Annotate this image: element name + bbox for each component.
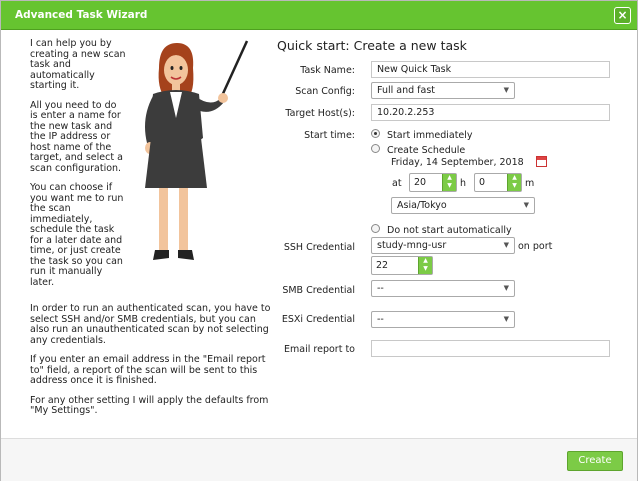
dropdown-arrow-icon: ▼ <box>503 86 509 94</box>
start-immediately-label: Start immediately <box>387 130 473 141</box>
email-report-input[interactable] <box>371 340 610 357</box>
dialog-title: Advanced Task Wizard <box>15 9 148 21</box>
dropdown-arrow-icon: ▼ <box>523 201 529 209</box>
ssh-port-value: 22 <box>376 260 389 271</box>
start-immediately-radio[interactable] <box>371 129 380 138</box>
ssh-credential-label: SSH Credential <box>283 242 355 253</box>
smb-credential-value: -- <box>377 283 384 294</box>
close-icon[interactable]: × <box>614 7 631 24</box>
hour-spinner[interactable]: 20 ▲ ▼ <box>409 173 457 192</box>
intro-paragraph: I can help you by creating a new scan ta… <box>30 38 126 91</box>
do-not-start-label: Do not start automatically <box>387 225 512 236</box>
target-hosts-label: Target Host(s): <box>285 108 355 119</box>
hour-spinner-buttons[interactable]: ▲ ▼ <box>442 174 456 191</box>
port-spinner-buttons[interactable]: ▲ ▼ <box>418 257 432 274</box>
esxi-credential-value: -- <box>377 314 384 325</box>
esxi-credential-select[interactable]: -- ▼ <box>371 311 515 328</box>
assistant-illustration <box>145 40 249 260</box>
task-name-label: Task Name: <box>300 65 355 76</box>
dialog-footer: Create <box>1 438 637 481</box>
at-label: at <box>392 178 402 189</box>
create-schedule-label: Create Schedule <box>387 145 466 156</box>
start-time-label: Start time: <box>304 130 355 141</box>
timezone-value: Asia/Tokyo <box>397 200 447 211</box>
calendar-icon[interactable] <box>536 156 547 167</box>
esxi-credential-label: ESXi Credential <box>281 314 355 325</box>
hour-unit-label: h <box>460 178 467 189</box>
spinner-down-icon[interactable]: ▼ <box>508 182 521 190</box>
target-hosts-input[interactable] <box>371 104 610 121</box>
dropdown-arrow-icon: ▼ <box>503 284 509 292</box>
intro-narrow: I can help you by creating a new scan ta… <box>30 38 126 297</box>
scan-config-value: Full and fast <box>377 85 435 96</box>
intro-paragraph: You can choose if you want me to run the… <box>30 182 124 288</box>
dropdown-arrow-icon: ▼ <box>503 315 509 323</box>
create-schedule-radio[interactable] <box>371 144 380 153</box>
form-heading: Quick start: Create a new task <box>277 38 467 53</box>
spinner-down-icon[interactable]: ▼ <box>419 265 432 273</box>
schedule-date: Friday, 14 September, 2018 <box>391 157 524 168</box>
advanced-task-wizard-dialog: Advanced Task Wizard × I can help you by… <box>0 0 638 481</box>
ssh-credential-value: study-mng-usr <box>377 240 447 251</box>
smb-credential-label: SMB Credential <box>282 285 355 296</box>
spinner-down-icon[interactable]: ▼ <box>443 182 456 190</box>
scan-config-label: Scan Config: <box>295 86 355 97</box>
minute-unit-label: m <box>525 178 535 189</box>
task-name-input[interactable] <box>371 61 610 78</box>
dropdown-arrow-icon: ▼ <box>503 241 509 249</box>
spinner-up-icon[interactable]: ▲ <box>443 174 456 182</box>
titlebar: Advanced Task Wizard × <box>1 1 637 30</box>
email-report-label: Email report to <box>284 344 355 355</box>
intro-paragraph: All you need to do is enter a name for t… <box>30 99 123 174</box>
minute-value: 0 <box>479 177 486 188</box>
intro-paragraph: In order to run an authenticated scan, y… <box>30 303 271 346</box>
create-button[interactable]: Create <box>567 451 623 471</box>
intro-wide: In order to run an authenticated scan, y… <box>30 303 275 426</box>
intro-paragraph: If you enter an email address in the "Em… <box>30 354 266 386</box>
spinner-up-icon[interactable]: ▲ <box>508 174 521 182</box>
scan-config-select[interactable]: Full and fast ▼ <box>371 82 515 99</box>
intro-paragraph: For any other setting I will apply the d… <box>30 394 269 416</box>
timezone-select[interactable]: Asia/Tokyo ▼ <box>391 197 535 214</box>
ssh-credential-select[interactable]: study-mng-usr ▼ <box>371 237 515 254</box>
spinner-up-icon[interactable]: ▲ <box>419 257 432 265</box>
ssh-port-spinner[interactable]: 22 ▲ ▼ <box>371 256 433 275</box>
smb-credential-select[interactable]: -- ▼ <box>371 280 515 297</box>
on-port-label: on port <box>518 241 553 252</box>
hour-value: 20 <box>414 177 427 188</box>
minute-spinner[interactable]: 0 ▲ ▼ <box>474 173 522 192</box>
do-not-start-radio[interactable] <box>371 224 380 233</box>
minute-spinner-buttons[interactable]: ▲ ▼ <box>507 174 521 191</box>
